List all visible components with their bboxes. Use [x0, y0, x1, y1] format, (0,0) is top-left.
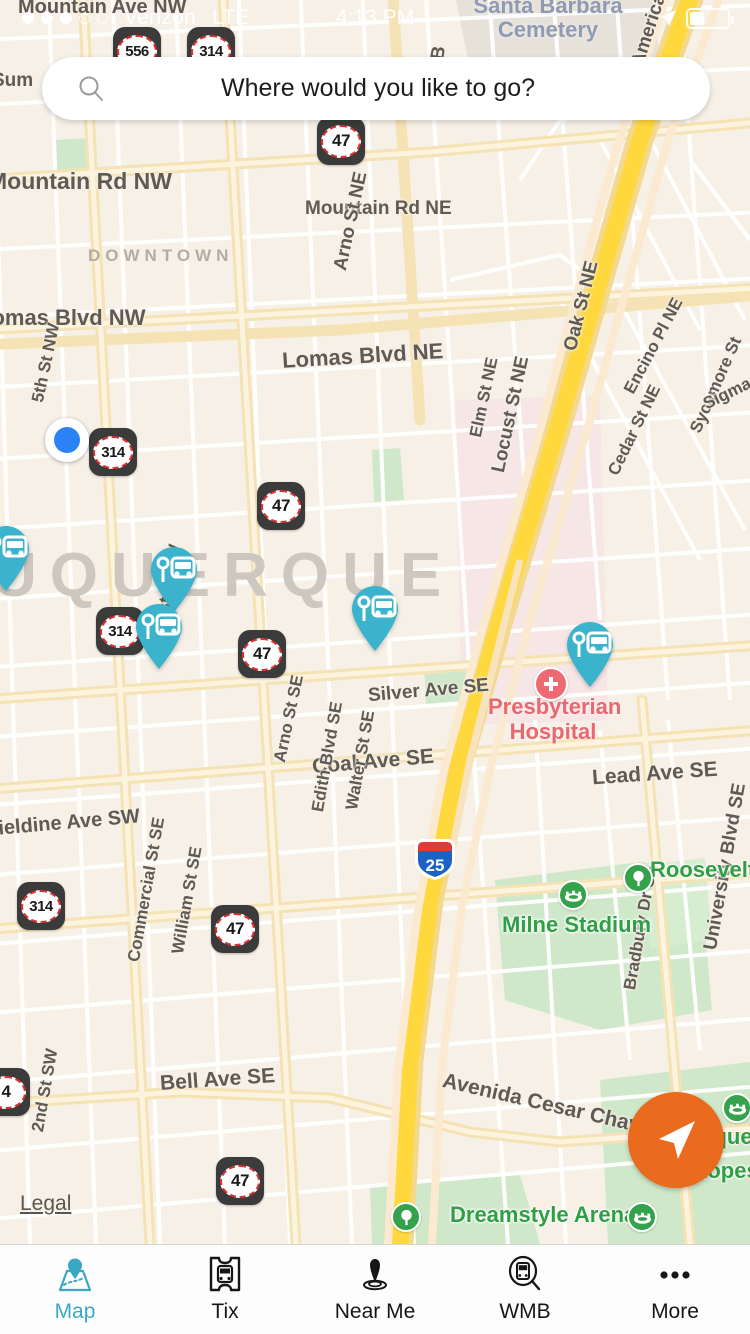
route-shield[interactable]: 47: [317, 117, 365, 165]
bus-stop-pin-glyph: [0, 522, 34, 592]
stadium-glyph: [632, 1207, 653, 1228]
tab-map[interactable]: Map: [0, 1245, 150, 1334]
route-shield[interactable]: 314: [89, 428, 137, 476]
route-number: 47: [272, 496, 290, 516]
map-pin-icon: [55, 1255, 95, 1293]
map-canvas[interactable]: UQUERQUE DOWNTOWN Mountain Ave NW Mounta…: [0, 0, 750, 1244]
bus-stop-pin-glyph: [562, 618, 618, 688]
tab-more[interactable]: More: [600, 1245, 750, 1334]
tree-glyph: [629, 869, 648, 888]
tab-label: Tix: [211, 1300, 238, 1324]
locate-me-button[interactable]: [628, 1092, 724, 1188]
interstate-shield-25[interactable]: 25: [412, 838, 458, 882]
cross-glyph: [541, 674, 561, 694]
route-shield[interactable]: 47: [211, 905, 259, 953]
route-shield[interactable]: 47: [216, 1157, 264, 1205]
stadium-glyph: [563, 885, 584, 906]
stadium-glyph: [727, 1098, 748, 1119]
tab-label: Near Me: [335, 1300, 416, 1324]
svg-text:25: 25: [426, 856, 445, 875]
bus-stop-pin[interactable]: [562, 618, 618, 688]
route-number: 47: [231, 1171, 249, 1191]
route-number: 47: [226, 919, 244, 939]
ticket-bus-icon: [208, 1255, 242, 1293]
tab-bar: Map Tix Near Me: [0, 1244, 750, 1334]
tree-glyph: [397, 1208, 416, 1227]
search-input[interactable]: Where would you like to go?: [106, 74, 650, 103]
interstate-shield-glyph: 25: [412, 836, 458, 882]
user-location-dot: [45, 418, 89, 462]
tab-label: WMB: [499, 1300, 550, 1324]
route-shield[interactable]: 47: [238, 630, 286, 678]
tree-icon[interactable]: [623, 863, 653, 893]
location-pin-icon: [357, 1255, 393, 1293]
tab-label: Map: [55, 1300, 96, 1324]
route-shield[interactable]: 47: [257, 482, 305, 530]
route-shield[interactable]: 4: [0, 1068, 30, 1116]
stadium-icon[interactable]: [722, 1093, 750, 1123]
tab-label: More: [651, 1300, 699, 1324]
route-number: 47: [332, 131, 350, 151]
route-number: 314: [101, 444, 125, 461]
tab-near-me[interactable]: Near Me: [300, 1245, 450, 1334]
ellipsis-icon: [656, 1255, 694, 1293]
navigation-arrow-icon: [649, 1113, 703, 1167]
bus-stop-pin-glyph: [131, 600, 187, 670]
bus-search-icon: [506, 1255, 544, 1293]
tab-tix[interactable]: Tix: [150, 1245, 300, 1334]
legal-link[interactable]: Legal: [20, 1192, 71, 1216]
tree-icon[interactable]: [391, 1202, 421, 1232]
bus-stop-pin-glyph: [347, 582, 403, 652]
route-number: 314: [108, 623, 132, 640]
bus-stop-pin[interactable]: [0, 522, 34, 592]
route-number: 47: [253, 644, 271, 664]
search-bar[interactable]: Where would you like to go?: [42, 57, 710, 120]
tab-wmb[interactable]: WMB: [450, 1245, 600, 1334]
route-number: 314: [29, 898, 53, 915]
stadium-icon[interactable]: [627, 1202, 657, 1232]
search-icon: [76, 74, 106, 104]
bus-stop-pin[interactable]: [131, 600, 187, 670]
bus-stop-pin[interactable]: [347, 582, 403, 652]
route-shield[interactable]: 314: [17, 882, 65, 930]
route-number: 4: [2, 1082, 11, 1102]
stadium-icon[interactable]: [558, 880, 588, 910]
